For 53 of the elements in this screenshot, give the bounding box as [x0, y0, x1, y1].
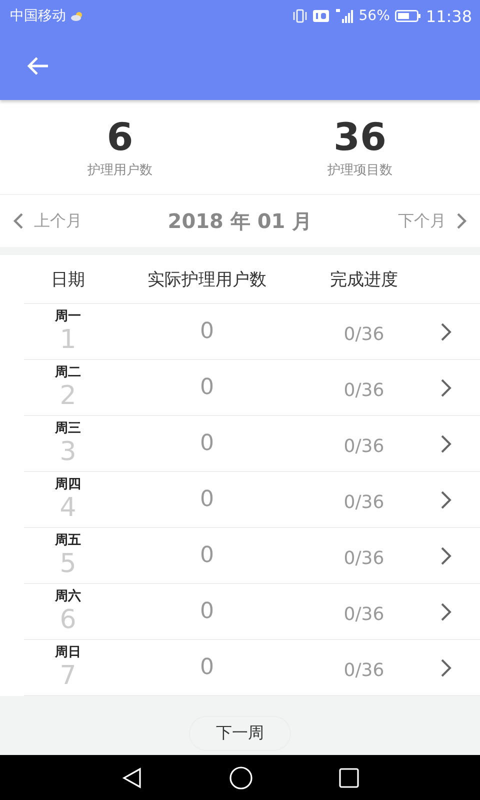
weekday-label: 周四 [55, 476, 81, 492]
clock-time: 11:38 [426, 6, 472, 26]
column-header: 日期 [50, 268, 86, 290]
stat-label: 护理用户数 [88, 162, 152, 179]
progress-text: 0/36 [342, 435, 386, 457]
stat-value: 36 [334, 115, 386, 159]
user-count: 0 [199, 319, 215, 344]
user-count: 0 [199, 375, 215, 400]
column-header: 实际护理用户数 [146, 268, 268, 290]
chevron-right-icon [456, 212, 468, 230]
user-count: 0 [199, 543, 215, 568]
user-count: 0 [199, 431, 215, 456]
weekday-label: 周二 [55, 364, 81, 380]
progress-text: 0/36 [342, 603, 386, 625]
recents-nav-icon[interactable] [339, 768, 359, 788]
weekday-label: 周三 [55, 420, 81, 436]
chevron-right-icon[interactable] [440, 490, 452, 510]
progress-text: 0/36 [342, 659, 386, 681]
chevron-right-icon[interactable] [440, 434, 452, 454]
next-week-button[interactable]: 下一周 [189, 716, 291, 751]
carrier-name: 中国移动 [10, 7, 66, 25]
stat-label: 护理项目数 [328, 162, 392, 179]
chevron-right-icon[interactable] [440, 322, 452, 342]
chevron-right-icon[interactable] [440, 546, 452, 566]
chevron-left-icon [12, 212, 24, 230]
month-title: 2018 年 01 月 [168, 208, 312, 234]
progress-text: 0/36 [342, 547, 386, 569]
user-count: 0 [199, 599, 215, 624]
chevron-right-icon[interactable] [440, 602, 452, 622]
user-count: 0 [199, 487, 215, 512]
hd-icon [312, 10, 329, 22]
weekday-label: 周一 [55, 308, 81, 324]
weekday-label: 周五 [55, 532, 81, 548]
chevron-right-icon[interactable] [440, 378, 452, 398]
progress-text: 0/36 [342, 323, 386, 345]
stat-value: 6 [106, 115, 134, 159]
home-nav-icon[interactable] [229, 766, 253, 790]
weekday-label: 周日 [55, 644, 81, 660]
vibrate-icon [292, 9, 308, 23]
battery-percent: 56% [358, 8, 390, 24]
back-nav-icon[interactable] [121, 766, 143, 788]
column-header: 完成进度 [329, 268, 399, 290]
previous-month-button[interactable]: 上个月 [12, 210, 82, 232]
battery-icon [394, 10, 421, 22]
back-arrow-icon [27, 56, 49, 76]
weather-icon [70, 11, 84, 21]
signal-icon [334, 9, 354, 23]
next-month-button[interactable]: 下个月 [398, 210, 468, 232]
weekday-label: 周六 [55, 588, 81, 604]
progress-text: 0/36 [342, 379, 386, 401]
chevron-right-icon[interactable] [440, 658, 452, 678]
progress-text: 0/36 [342, 491, 386, 513]
user-count: 0 [199, 655, 215, 680]
